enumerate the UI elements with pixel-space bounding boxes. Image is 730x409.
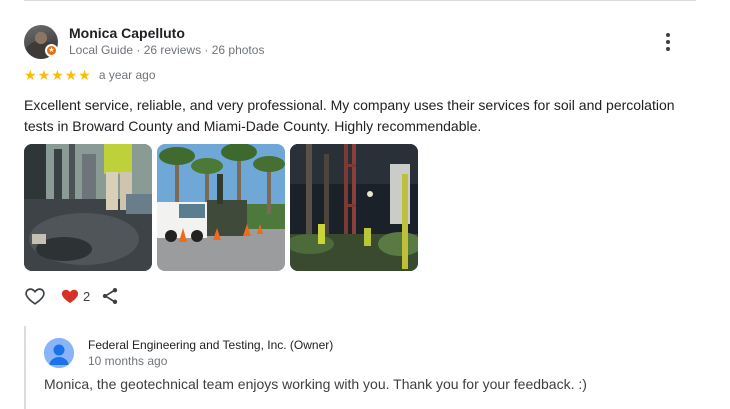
review-photos: [24, 144, 418, 271]
star-rating: ★ ★ ★ ★ ★ a year ago: [24, 67, 156, 83]
top-divider: [24, 0, 696, 1]
heart-filled-icon: [61, 289, 79, 304]
star-icon: ★: [51, 67, 64, 83]
stars: ★ ★ ★ ★ ★: [24, 67, 91, 83]
share-icon[interactable]: [100, 286, 120, 306]
star-icon: ★: [64, 67, 78, 83]
reviewer-meta: Local Guide · 26 reviews · 26 photos: [69, 43, 265, 57]
like-count-button[interactable]: 2: [60, 286, 90, 306]
photo-drilling-closeup[interactable]: [24, 144, 152, 271]
reviewer-name[interactable]: Monica Capelluto: [69, 25, 185, 41]
more-options-button[interactable]: [656, 30, 680, 54]
review-date: a year ago: [98, 68, 156, 82]
owner-reply: Federal Engineering and Testing, Inc. (O…: [24, 326, 696, 409]
star-icon: ★: [37, 67, 51, 83]
star-icon: ★: [24, 67, 37, 83]
more-dot-icon: [666, 33, 670, 37]
owner-reply-date: 10 months ago: [88, 354, 168, 368]
review-actions: 2: [24, 285, 120, 307]
owner-name: Federal Engineering and Testing, Inc. (O…: [88, 338, 334, 352]
photo-drill-rig-night[interactable]: [290, 144, 418, 271]
more-dot-icon: [666, 40, 670, 44]
like-count: 2: [83, 288, 91, 304]
star-icon: ★: [78, 67, 91, 83]
more-dot-icon: [666, 47, 670, 51]
local-guide-badge-icon: ★: [45, 44, 58, 57]
photo-drill-truck-palms[interactable]: [157, 144, 285, 271]
owner-reply-text: Monica, the geotechnical team enjoys wor…: [44, 376, 587, 392]
review-text: Excellent service, reliable, and very pr…: [24, 97, 675, 134]
owner-avatar-icon: [44, 338, 74, 368]
heart-outline-icon[interactable]: [24, 285, 46, 307]
